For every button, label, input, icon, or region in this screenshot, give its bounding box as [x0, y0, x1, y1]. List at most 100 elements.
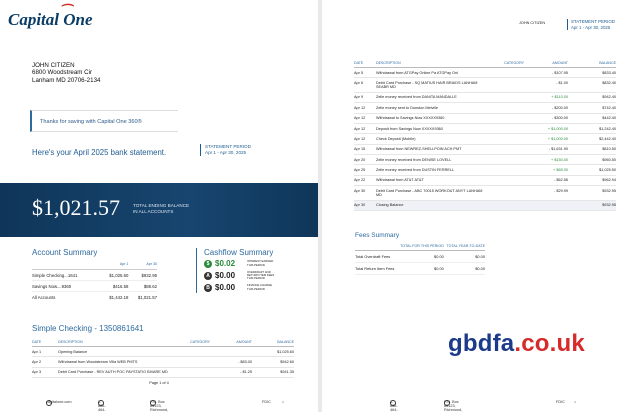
cell-amount: + $150.00 — [524, 154, 568, 166]
balance-banner: $1,021.57 TOTAL ENDING BALANCE IN ALL AC… — [0, 183, 318, 237]
cell-category — [484, 175, 524, 187]
cell-description: Deposit from Savings Now XXXXX9360 — [376, 123, 484, 135]
cell-category — [484, 185, 524, 201]
cell-balance: $832.40 — [568, 77, 616, 93]
cell-date: Apr 6 — [354, 77, 376, 93]
cell-category — [484, 92, 524, 104]
table-row[interactable]: Apr 2 Withdrawal from Woodstream Villa W… — [32, 356, 294, 368]
customer-name: JOHN CITIZEN — [32, 62, 75, 69]
statement-period: STATEMENT PERIOD Apr 1 - Apr 30, 2025 — [200, 144, 251, 156]
cell-amount: + $1,000.00 — [524, 133, 568, 145]
finance-charge-icon: B — [204, 283, 212, 292]
cell-amount: - $1.00 — [524, 77, 568, 93]
cell-balance: $2,442.40 — [568, 133, 616, 145]
p2-transactions-table: DATE DESCRIPTION CATEGORY AMOUNT BALANCE… — [354, 60, 616, 211]
cell-amount — [524, 200, 568, 211]
cell-category — [484, 113, 524, 124]
cell-balance: $962.94 — [568, 175, 616, 187]
fees-table: TOTAL FOR THIS PERIOD TOTAL YEAR-TO-DATE… — [355, 244, 485, 275]
capital-one-logo: Capital One ⁀ — [8, 4, 93, 29]
cell-amount: + $65.00 — [524, 164, 568, 176]
total-balance: $1,021.57 — [32, 195, 120, 220]
cashflow-interest: $ $0.02 INTEREST EARNED THIS PERIOD — [204, 258, 314, 269]
cell-balance: $932.95 — [568, 200, 616, 211]
account-summary-table: Apr 1 Apr 30 Simple Checking...1641 $1,0… — [32, 262, 157, 302]
checking-section: Simple Checking - 1350861641 DATE DESCRI… — [32, 324, 294, 379]
table-row[interactable]: Apr 20 Zelle money received from DENISE L… — [354, 154, 616, 166]
customer-city: Lanham MD 20706-2134 — [32, 76, 101, 84]
page-number: Page 1 of 4 — [149, 381, 169, 385]
fdic-logo: FDIC — [556, 400, 565, 404]
cell-date: Apr 9 — [354, 92, 376, 104]
cell-description: Check Deposit (Mobile) — [376, 133, 484, 145]
fees-summary: Fees Summary TOTAL FOR THIS PERIOD TOTAL… — [355, 232, 485, 275]
cell-amount: + $1,000.00 — [524, 123, 568, 135]
statement-page-1: Capital One ⁀ JOHN CITIZEN 6800 Woodstrea… — [0, 0, 318, 412]
table-row[interactable]: Apr 1 Opening Balance $1,025.60 — [32, 346, 294, 358]
table-row[interactable]: Apr 30 Closing Balance $932.95 — [354, 200, 616, 211]
cell-amount: - $62.56 — [524, 175, 568, 187]
customer-street: 6800 Woodstream Cir — [32, 69, 93, 77]
total-balance-label: TOTAL ENDING BALANCE IN ALL ACCOUNTS — [133, 203, 190, 214]
cell-date: Apr 22 — [354, 175, 376, 187]
table-row[interactable]: Apr 5 Withdrawal from ATGPay Online Pa AT… — [354, 67, 616, 79]
table-row[interactable]: Apr 3 Debit Card Purchase - REV AUTH POC… — [32, 367, 294, 379]
logo-swoosh-icon: ⁀ — [60, 4, 71, 19]
checking-transactions-table: DATE DESCRIPTION CATEGORY AMOUNT BALANCE… — [32, 339, 294, 379]
fees-summary-title: Fees Summary — [355, 232, 400, 239]
table-row: Total Overdraft Fees $0.00 $0.00 — [355, 250, 485, 263]
watermark: gbdfa.co.uk — [448, 330, 585, 357]
fdic-logo: FDIC — [262, 400, 271, 404]
cell-description: Closing Balance — [376, 200, 484, 211]
p2-transaction-rows: Apr 5 Withdrawal from ATGPay Online Pa AT… — [354, 67, 616, 211]
table-row[interactable]: Apr 12 Check Deposit (Mobile) + $1,000.00 $… — [354, 133, 616, 145]
cell-date: Apr 20 — [354, 154, 376, 166]
p2-customer-name: JOHN CITIZEN — [519, 21, 546, 25]
statement-lead: Here's your April 2025 bank statement. — [32, 148, 167, 157]
cell-description: Zelle money received from DENISE LOVELL — [376, 154, 484, 166]
col-start: Apr 1 — [99, 262, 129, 270]
table-row[interactable]: Simple Checking...1641 $1,025.60 $932.95 — [32, 269, 157, 281]
footer-web[interactable]: capitalone.com — [46, 400, 72, 404]
col-end: Apr 30 — [128, 262, 157, 270]
cell-category — [484, 77, 524, 93]
table-row[interactable]: Apr 30 Debit Card Purchase - ABC 70015 WO… — [354, 185, 616, 201]
cashflow-overdraft: A $0.00 OVERDRAFT AND RETURN ITEM FEES T… — [204, 270, 314, 281]
thanks-banner: Thanks for saving with Capital One 360® — [30, 110, 178, 132]
table-row[interactable]: Savings Now....9360 $416.58 $88.62 — [32, 280, 157, 292]
table-row: Total Return Item Fees $0.00 $0.00 — [355, 262, 485, 275]
table-row[interactable]: Apr 22 Withdrawal from AT&T AT&T - $62.56 $… — [354, 175, 616, 187]
cashflow-summary-title: Cashflow Summary — [204, 248, 274, 257]
cell-amount: + $110.00 — [524, 92, 568, 104]
cell-category — [484, 154, 524, 166]
equal-housing-icon: ⌂ — [282, 400, 285, 404]
table-row[interactable]: Apr 15 Withdrawal from NEWREZ-SHELLPOIN A… — [354, 144, 616, 156]
cell-balance: $1,025.50 — [568, 164, 616, 176]
cell-category — [484, 67, 524, 79]
footer-phone: 1-888-464-0727 — [98, 400, 106, 412]
cell-date: Apr 12 — [354, 133, 376, 145]
cell-description: Withdrawal from AT&T AT&T — [376, 175, 484, 187]
table-row[interactable]: Apr 9 Zelle money received from DANITA MA… — [354, 92, 616, 104]
equal-housing-icon: ⌂ — [574, 400, 577, 404]
cell-balance: $1,242.40 — [568, 123, 616, 135]
cell-description: Zelle money received from DUSTIN FERRELL — [376, 164, 484, 176]
table-row[interactable]: Apr 12 Withdrawal to Savings Now XXXXX936… — [354, 113, 616, 124]
cell-balance: $833.40 — [568, 67, 616, 79]
table-row[interactable]: Apr 12 Deposit from Savings Now XXXXX9360… — [354, 123, 616, 135]
table-row[interactable]: Apr 25 Zelle money received from DUSTIN F… — [354, 164, 616, 176]
cell-amount: - $300.00 — [524, 113, 568, 124]
cell-balance: $942.40 — [568, 92, 616, 104]
cell-date: Apr 5 — [354, 67, 376, 79]
table-row[interactable]: Apr 6 Debit Card Purchase - SQ MATIUS HAI… — [354, 77, 616, 93]
cell-description: Zelle money received from DANITA MANDALL… — [376, 92, 484, 104]
cell-date: Apr 12 — [354, 113, 376, 124]
cell-category — [484, 200, 524, 211]
cell-date: Apr 15 — [354, 144, 376, 156]
cell-balance: $810.50 — [568, 144, 616, 156]
table-row: All Accounts $1,442.18 $1,021.57 — [32, 294, 157, 300]
cell-category — [484, 133, 524, 145]
overdraft-icon: A — [204, 271, 212, 280]
cashflow-finance-charge: B $0.00 FINANCE CHARGE THIS PERIOD — [204, 282, 314, 293]
table-row[interactable]: Apr 12 Zelle money sent to Dunston Melvil… — [354, 102, 616, 114]
